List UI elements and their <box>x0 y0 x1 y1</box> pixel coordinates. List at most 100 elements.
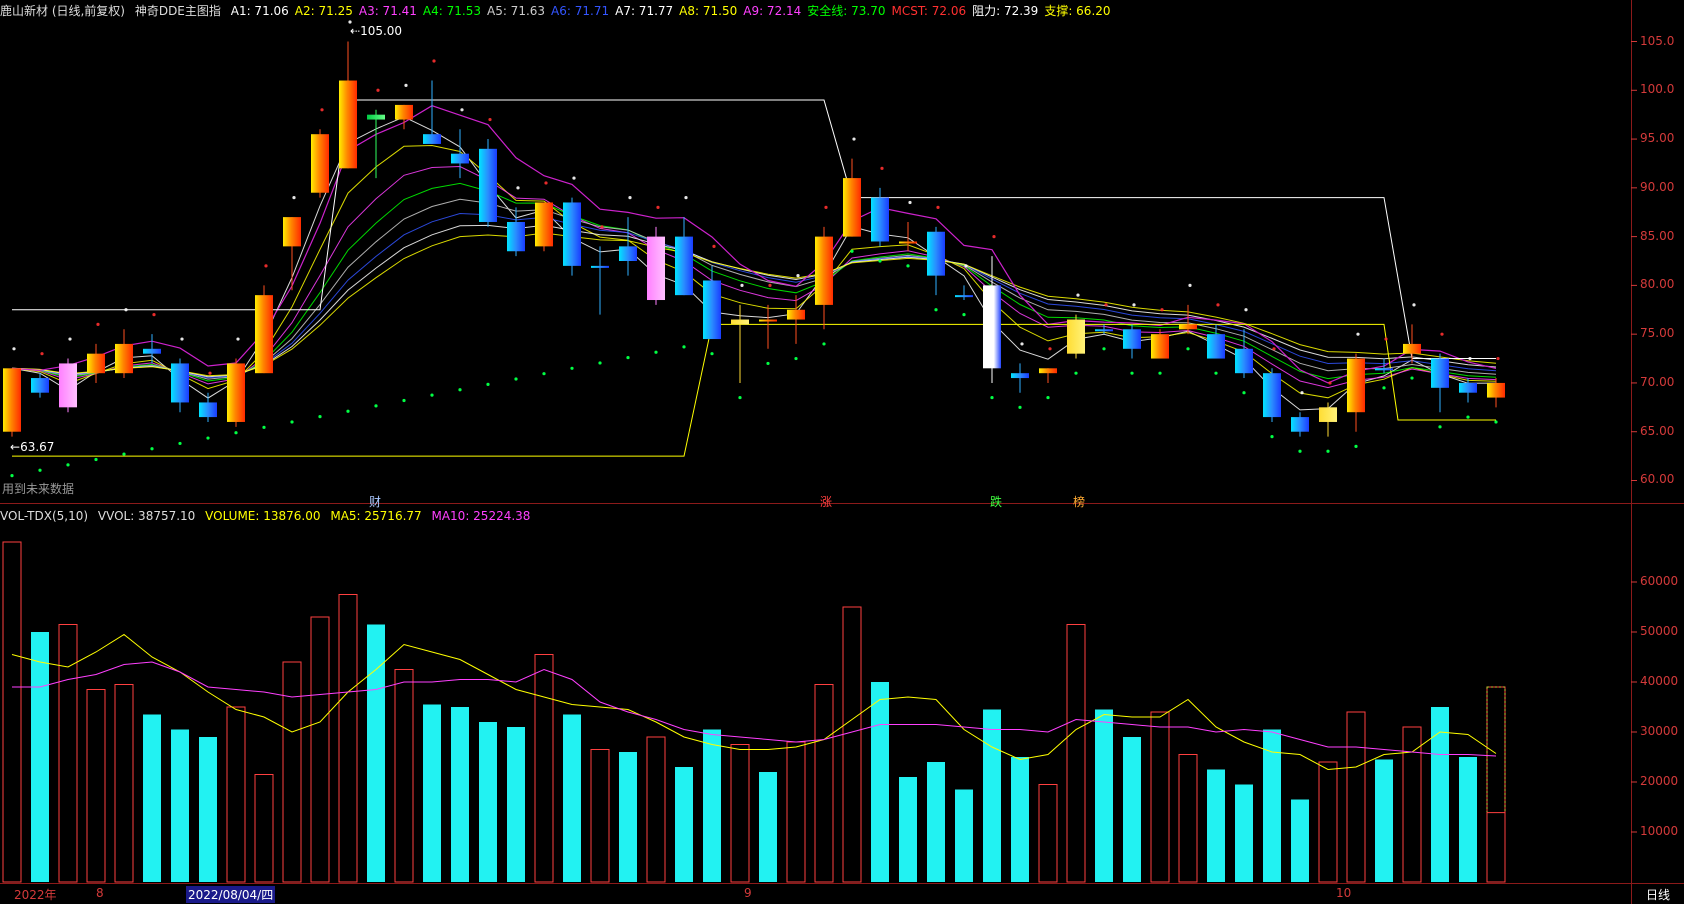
candle-body <box>451 153 469 164</box>
mcst-dot <box>1328 381 1332 385</box>
mcst-dot <box>852 137 856 141</box>
safety-dot <box>150 447 154 451</box>
safety-dot <box>458 388 462 392</box>
low-value: 63.67 <box>20 440 55 454</box>
mcst-dot <box>68 337 72 341</box>
safety-dot <box>738 395 742 400</box>
volume-bar <box>1291 799 1309 882</box>
safety-dot <box>374 404 378 408</box>
safety-dot <box>850 249 854 253</box>
volume-bar <box>1207 769 1225 882</box>
volume-bar <box>899 777 917 882</box>
price-tick-label: 95.00 <box>1640 131 1675 146</box>
price-tick-label: 75.00 <box>1640 326 1675 341</box>
safety-dot <box>654 350 658 354</box>
mcst-dot <box>544 181 548 185</box>
ma-line-7 <box>11 224 1497 378</box>
event-mark-limit-down[interactable]: 跌 <box>990 493 1002 510</box>
safety-dot <box>1298 449 1302 453</box>
volume-bar <box>86 689 106 883</box>
volume-bar <box>1235 784 1253 882</box>
volume-bar <box>451 707 469 882</box>
price-tick-label: 60.00 <box>1640 472 1675 487</box>
candle-body <box>1179 324 1197 330</box>
candle-body <box>591 265 609 268</box>
mcst-dot <box>516 186 520 190</box>
safety-dot <box>682 345 686 349</box>
safety-dot <box>262 425 266 429</box>
mcst-dot <box>404 83 408 88</box>
period-label[interactable]: 日线 <box>1646 886 1670 903</box>
candle-body <box>1067 319 1085 354</box>
safety-dot <box>710 352 714 356</box>
volume-bar <box>871 682 889 882</box>
price-tick-label: 80.00 <box>1640 277 1675 292</box>
safety-dot <box>626 355 630 360</box>
volume-bar <box>842 606 862 883</box>
safety-dot <box>206 436 210 440</box>
candle-body <box>1123 329 1141 349</box>
volume-bar <box>534 654 554 883</box>
safety-dot <box>766 361 770 366</box>
mcst-dot <box>152 313 156 317</box>
volume-bar <box>1318 761 1338 883</box>
safety-dot <box>514 377 518 381</box>
safety-dot <box>1410 376 1414 380</box>
volume-bar <box>2 541 22 883</box>
candle-body <box>871 197 889 242</box>
mcst-dot <box>264 264 268 268</box>
candle-body <box>1263 373 1281 418</box>
volume-bar <box>114 684 134 883</box>
mcst-dot <box>796 274 800 278</box>
volume-tick-label: 30000 <box>1640 724 1679 738</box>
candle-body <box>59 363 77 408</box>
mcst-dot <box>12 347 16 351</box>
candle-body <box>227 363 245 422</box>
volume-bar <box>310 616 330 883</box>
safety-dot <box>570 366 574 370</box>
candle-body <box>1151 334 1169 359</box>
safety-dot <box>1242 391 1246 395</box>
safety-dot <box>430 393 434 397</box>
volume-bar <box>927 762 945 882</box>
mcst-dot <box>572 176 576 180</box>
volume-bar <box>1486 686 1506 883</box>
mcst-dot <box>936 205 940 209</box>
volume-bar <box>563 714 581 882</box>
safety-dot <box>1186 347 1190 351</box>
candle-body <box>927 231 945 276</box>
stock-chart[interactable] <box>0 0 1684 904</box>
mcst-dot <box>768 283 772 287</box>
mcst-dot <box>292 195 296 200</box>
volume-bar <box>199 737 217 882</box>
event-mark-ranking[interactable]: 榜 <box>1073 493 1085 510</box>
mcst-dot <box>1300 391 1304 395</box>
safety-dot <box>878 259 882 263</box>
candle-body <box>675 236 693 296</box>
safety-dot <box>1354 444 1358 448</box>
safety-dot <box>346 409 350 413</box>
volume-bar <box>1095 709 1113 882</box>
event-mark-limit-up[interactable]: 涨 <box>820 493 832 510</box>
volume-bar <box>955 789 973 882</box>
candle-body <box>171 363 189 403</box>
mcst-dot <box>1216 303 1220 307</box>
volume-bar <box>1038 784 1058 883</box>
candle-body <box>983 285 1001 369</box>
safety-dot <box>234 431 238 435</box>
candle-body <box>31 378 49 393</box>
mcst-dot <box>40 352 44 356</box>
volume-bar <box>423 704 441 882</box>
safety-dot <box>1074 371 1078 375</box>
volume-bar <box>619 752 637 882</box>
event-mark-finance[interactable]: 财 <box>369 493 381 510</box>
candle-body <box>479 148 497 222</box>
safety-dot <box>122 452 126 456</box>
mcst-dot <box>1468 356 1472 361</box>
candle-body <box>1347 358 1365 413</box>
mcst-dot <box>824 205 828 209</box>
safety-dot <box>1270 434 1274 439</box>
mcst-dot <box>1076 293 1080 297</box>
volume-bar <box>730 744 750 883</box>
candle-body <box>199 402 217 418</box>
